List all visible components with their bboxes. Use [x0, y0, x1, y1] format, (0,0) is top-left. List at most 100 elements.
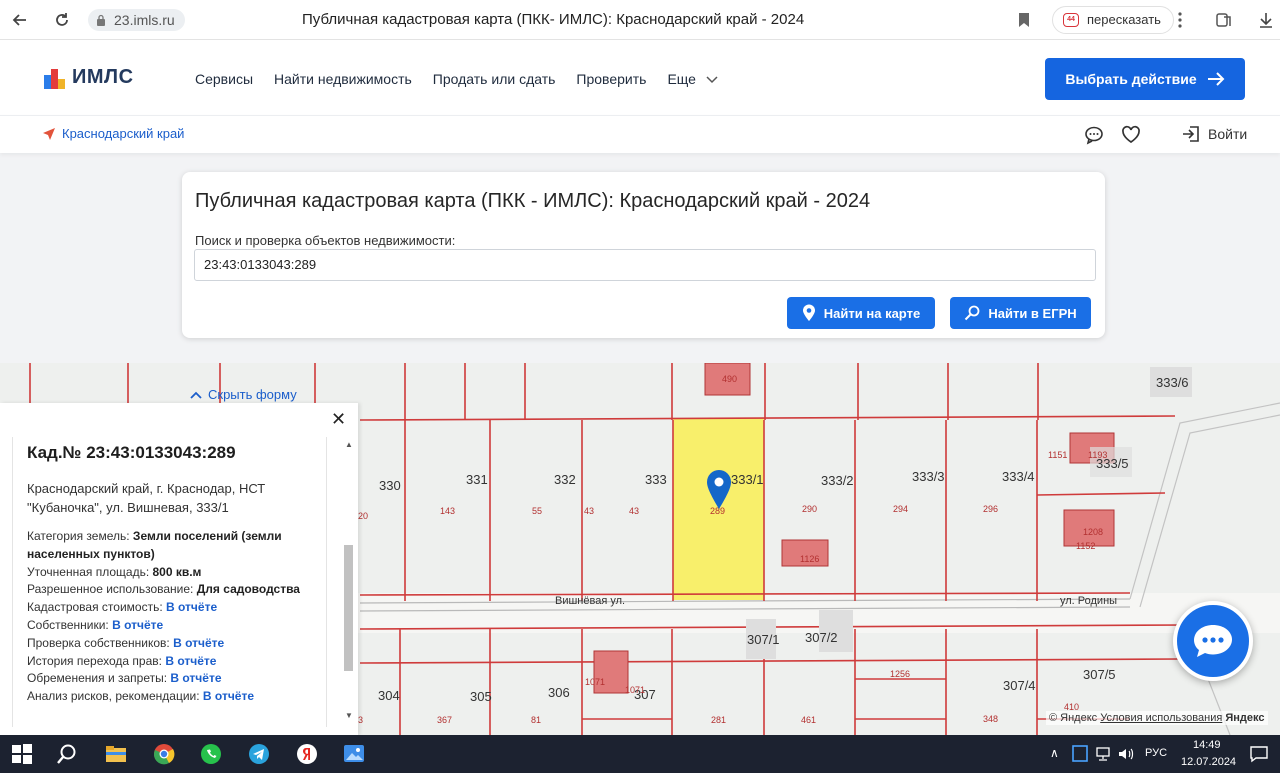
- parcel-number: 296: [983, 504, 998, 514]
- report-link[interactable]: В отчёте: [165, 654, 216, 668]
- cadastral-search-input[interactable]: 23:43:0133043:289: [194, 249, 1096, 281]
- parcel-number: 461: [801, 715, 816, 725]
- retell-label: пересказать: [1087, 12, 1161, 27]
- region-label: Краснодарский край: [62, 126, 185, 141]
- choose-action-button[interactable]: Выбрать действие: [1045, 58, 1245, 100]
- parcel-number: 1256: [890, 669, 910, 679]
- parcel-details: Категория земель: Земли поселений (земли…: [27, 528, 327, 706]
- parcel-number: 294: [893, 504, 908, 514]
- parcel-info-panel: Кад.№ 23:43:0133043:289 Краснодарский кр…: [0, 403, 358, 735]
- parcel-label: 307/4: [1003, 678, 1036, 693]
- nav-services[interactable]: Сервисы: [195, 71, 253, 87]
- clock-time: 14:49: [1193, 739, 1221, 751]
- parcel-number: 143: [440, 506, 455, 516]
- login-button[interactable]: Войти: [1182, 125, 1247, 143]
- tray-overflow-icon[interactable]: ∧: [1050, 746, 1059, 760]
- parcel-number: 290: [802, 504, 817, 514]
- collections-icon[interactable]: [1212, 8, 1236, 32]
- chat-icon[interactable]: [1084, 125, 1104, 145]
- parcel-label: 332: [554, 472, 576, 487]
- clock-date: 12.07.2024: [1181, 756, 1237, 768]
- reload-icon[interactable]: [50, 8, 74, 32]
- chevron-down-icon: [706, 76, 718, 84]
- search-card: Публичная кадастровая карта (ПКК - ИМЛС)…: [182, 172, 1105, 338]
- retell-button[interactable]: 44 пересказать: [1052, 6, 1174, 34]
- address-bar[interactable]: 23.imls.ru: [88, 9, 185, 31]
- hide-form-toggle[interactable]: Скрыть форму: [190, 387, 297, 402]
- volume-icon[interactable]: [1117, 745, 1135, 763]
- parcel-label: 333: [645, 472, 667, 487]
- sub-header: Краснодарский край Войти: [0, 115, 1280, 153]
- parcel-number: 289: [710, 506, 725, 516]
- map-pin-icon: [802, 304, 815, 321]
- yandex-browser-icon[interactable]: [295, 743, 319, 765]
- search-label: Поиск и проверка объектов недвижимости:: [195, 233, 456, 248]
- region-selector[interactable]: Краснодарский край: [42, 126, 184, 141]
- scroll-up-arrow[interactable]: ▲: [345, 440, 353, 449]
- support-chat-button[interactable]: [1173, 601, 1253, 681]
- parcel-number: 43: [584, 506, 594, 516]
- nav-more[interactable]: Еще: [667, 71, 718, 87]
- hide-form-label: Скрыть форму: [208, 387, 297, 402]
- parcel-number: 1071: [585, 677, 605, 687]
- nav-sell-or-rent[interactable]: Продать или сдать: [433, 71, 556, 87]
- logo-mark-icon: [44, 67, 66, 89]
- lock-icon: [97, 14, 105, 26]
- notifications-icon[interactable]: [1249, 744, 1269, 764]
- heart-icon[interactable]: [1121, 125, 1141, 145]
- parcel-number: 55: [532, 506, 542, 516]
- network-icon[interactable]: [1095, 745, 1113, 763]
- report-link[interactable]: В отчёте: [170, 671, 221, 685]
- more-vertical-icon[interactable]: [1168, 8, 1192, 32]
- logo[interactable]: ИМЛС: [44, 66, 134, 89]
- parcel-number: 1151: [1048, 450, 1067, 460]
- scroll-down-arrow[interactable]: ▼: [345, 711, 353, 720]
- parcel-number: 281: [711, 715, 726, 725]
- report-link[interactable]: В отчёте: [166, 600, 217, 614]
- parcel-label: 304: [378, 688, 400, 703]
- telegram-icon[interactable]: [247, 743, 271, 765]
- parcel-number: 367: [437, 715, 452, 725]
- retell-icon: 44: [1063, 13, 1079, 27]
- parcel-number: 1152: [1076, 541, 1095, 551]
- download-icon[interactable]: [1254, 8, 1278, 32]
- parcel-address: Краснодарский край, г. Краснодар, НСТ "К…: [27, 481, 266, 515]
- report-link[interactable]: В отчёте: [173, 636, 224, 650]
- parcel-number: 1193: [1088, 450, 1107, 460]
- arrow-right-icon: [1207, 72, 1225, 86]
- find-on-map-button[interactable]: Найти на карте: [787, 297, 935, 329]
- nav-check[interactable]: Проверить: [576, 71, 646, 87]
- parcel-label: 333/1: [731, 472, 764, 487]
- nav-find-property[interactable]: Найти недвижимость: [274, 71, 412, 87]
- chevron-up-icon: [190, 391, 202, 399]
- nav-more-label: Еще: [667, 71, 696, 87]
- terms-link[interactable]: Условия использования: [1100, 712, 1222, 724]
- search-icon[interactable]: [55, 743, 79, 765]
- back-icon[interactable]: [8, 8, 32, 32]
- browser-toolbar: 23.imls.ru Публичная кадастровая карта (…: [0, 0, 1280, 40]
- chrome-icon[interactable]: [152, 743, 176, 765]
- close-panel-button[interactable]: ✕: [331, 409, 346, 430]
- bookmark-icon[interactable]: [1012, 8, 1036, 32]
- whatsapp-icon[interactable]: [199, 743, 223, 765]
- page-tab-title: Публичная кадастровая карта (ПКК- ИМЛС):…: [302, 11, 805, 28]
- report-link[interactable]: В отчёте: [203, 689, 254, 703]
- parcel-label: 330: [379, 478, 401, 493]
- keyboard-language[interactable]: РУС: [1145, 747, 1167, 759]
- parcel-label: 307/2: [805, 630, 838, 645]
- street-label: ул. Родины: [1060, 595, 1117, 607]
- parcel-number: 1071: [625, 685, 645, 695]
- tablet-mode-icon[interactable]: [1070, 744, 1090, 764]
- windows-start-icon[interactable]: [10, 743, 34, 765]
- file-explorer-icon[interactable]: [104, 743, 128, 765]
- scrollbar-thumb[interactable]: [344, 545, 353, 671]
- parcel-number: 1208: [1083, 527, 1103, 537]
- find-in-egrn-label: Найти в ЕГРН: [988, 305, 1077, 321]
- report-link[interactable]: В отчёте: [112, 618, 163, 632]
- detail-row: Разрешенное использование: Для садоводст…: [27, 582, 300, 597]
- find-in-egrn-button[interactable]: Найти в ЕГРН: [950, 297, 1091, 329]
- search-icon: [965, 305, 980, 321]
- photos-app-icon[interactable]: [342, 743, 366, 765]
- choose-action-label: Выбрать действие: [1065, 71, 1197, 87]
- parcel-number: 43: [629, 506, 639, 516]
